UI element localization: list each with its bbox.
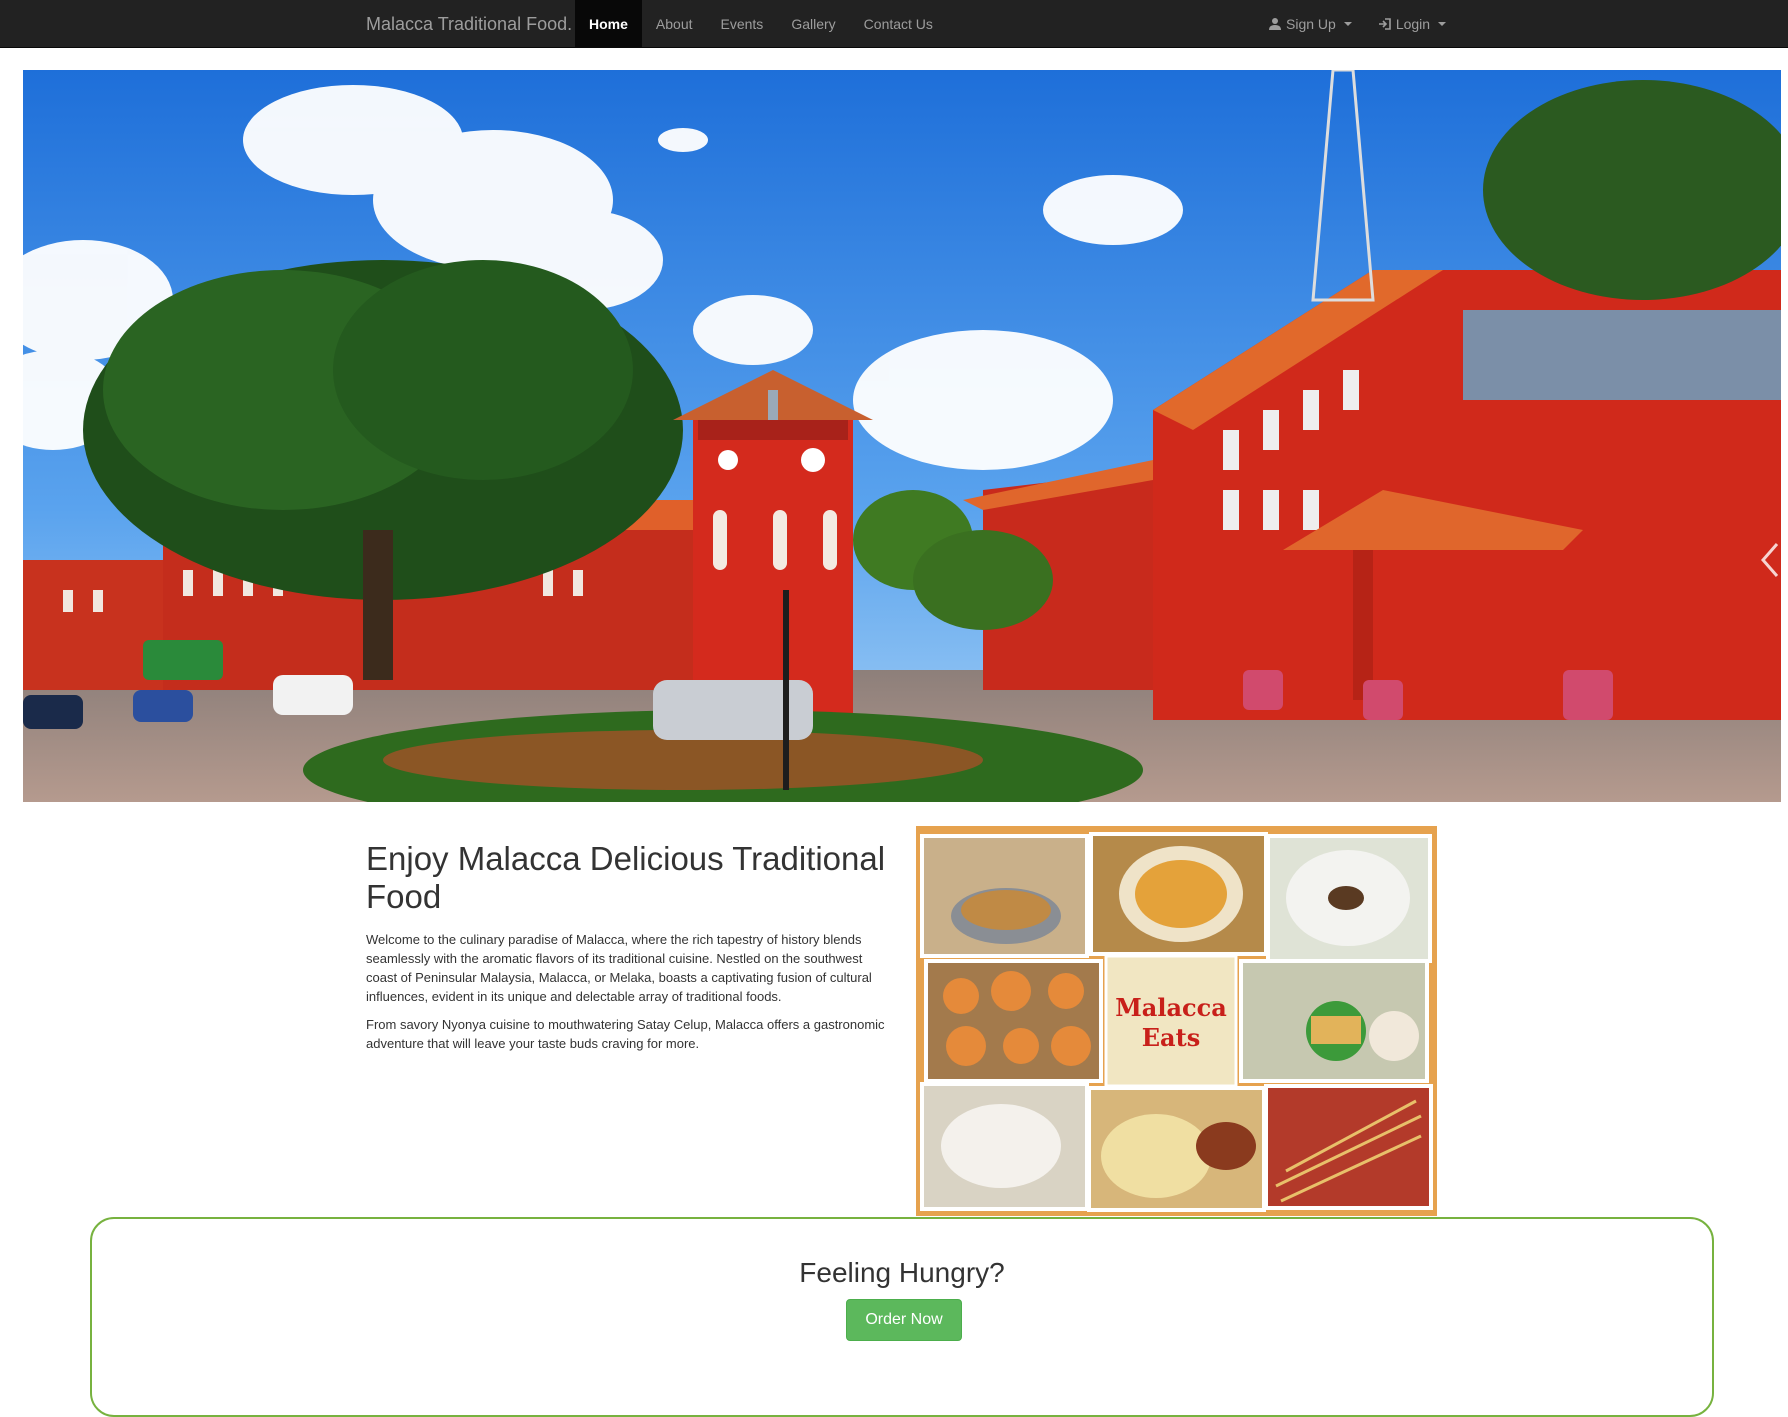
chevron-down-icon [1438, 22, 1447, 26]
login-dropdown[interactable]: Login [1372, 0, 1452, 48]
intro-section: Enjoy Malacca Delicious Traditional Food… [366, 840, 890, 1062]
cta-title: Feeling Hungry? [799, 1257, 1005, 1288]
signup-label: Sign Up [1286, 16, 1336, 32]
signup-dropdown[interactable]: Sign Up [1262, 0, 1358, 48]
intro-headline: Enjoy Malacca Delicious Traditional Food [366, 840, 886, 915]
intro-paragraph-1: Welcome to the culinary paradise of Mala… [366, 932, 872, 1004]
top-navbar: Malacca Traditional Food. Home About Eve… [0, 0, 1788, 48]
nav-contact-us[interactable]: Contact Us [850, 0, 947, 48]
nav-events[interactable]: Events [707, 0, 778, 48]
food-collage-image: Malacca Eats [916, 826, 1437, 1216]
nav-right: Sign Up Login [1262, 0, 1452, 48]
chevron-down-icon [1343, 22, 1352, 26]
chevron-right-icon[interactable] [1759, 540, 1781, 580]
nav-about[interactable]: About [642, 0, 707, 48]
nav-gallery[interactable]: Gallery [777, 0, 849, 48]
user-icon [1269, 18, 1281, 30]
collage-title-line2: Eats [1142, 1023, 1200, 1052]
nav-links: Home About Events Gallery Contact Us [575, 0, 947, 48]
brand-logo-text[interactable]: Malacca Traditional Food. [366, 0, 572, 48]
login-label: Login [1395, 16, 1431, 32]
collage-title-line1: Malacca [1115, 993, 1227, 1022]
hero-image [23, 70, 1781, 802]
order-now-button[interactable]: Order Now [846, 1299, 962, 1341]
login-icon [1378, 18, 1391, 30]
nav-home[interactable]: Home [575, 0, 642, 48]
order-cta-box: Feeling Hungry? Order Now [90, 1217, 1714, 1417]
hero-carousel[interactable] [23, 70, 1781, 802]
intro-paragraph-2: From savory Nyonya cuisine to mouthwater… [366, 1017, 885, 1051]
